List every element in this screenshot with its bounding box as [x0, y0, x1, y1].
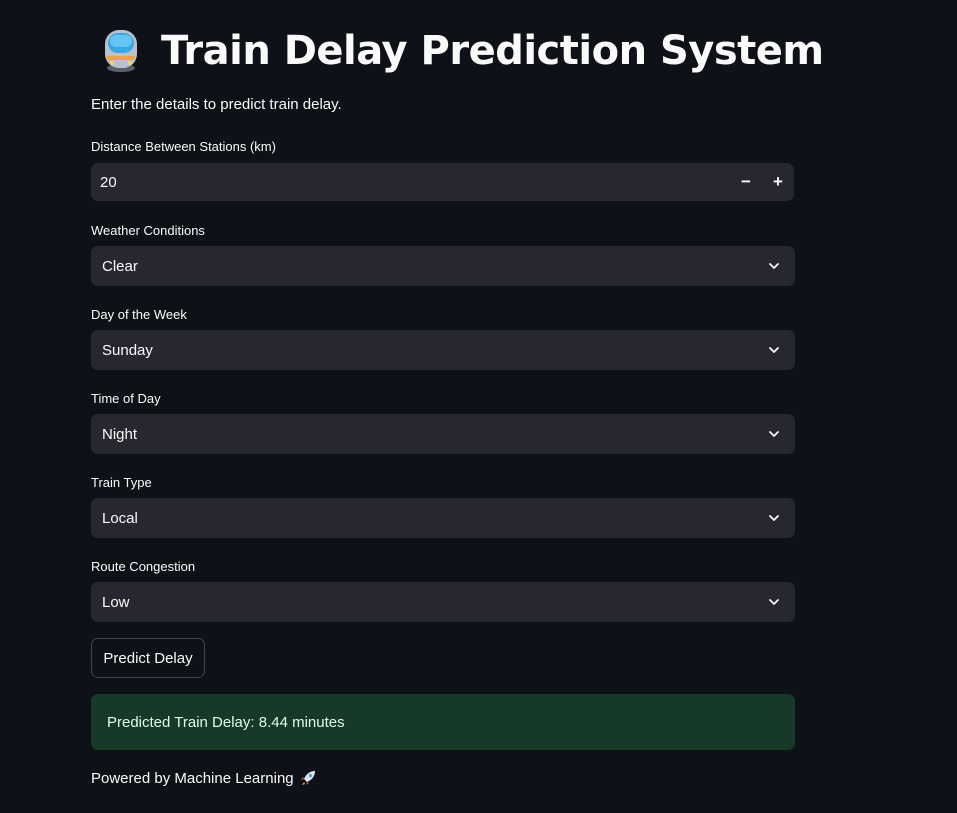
- prediction-result-text: Predicted Train Delay: 8.44 minutes: [107, 713, 345, 731]
- time-selected-value: Night: [102, 425, 138, 443]
- day-selected-value: Sunday: [102, 341, 153, 359]
- decrement-button[interactable]: −: [730, 163, 762, 201]
- train-type-label: Train Type: [91, 475, 152, 490]
- distance-number-input: 20 − +: [91, 163, 794, 201]
- weather-label: Weather Conditions: [91, 223, 205, 238]
- page-title: Train Delay Prediction System: [161, 28, 824, 74]
- day-label: Day of the Week: [91, 307, 187, 322]
- congestion-selected-value: Low: [102, 593, 130, 611]
- time-select[interactable]: Night: [91, 414, 795, 454]
- chevron-down-icon: [769, 347, 779, 353]
- chevron-down-icon: [769, 263, 779, 269]
- weather-selected-value: Clear: [102, 257, 138, 275]
- chevron-down-icon: [769, 515, 779, 521]
- chevron-down-icon: [769, 599, 779, 605]
- increment-button[interactable]: +: [762, 163, 794, 201]
- distance-label: Distance Between Stations (km): [91, 139, 276, 154]
- footer: Powered by Machine Learning: [91, 769, 317, 787]
- rocket-icon: [300, 771, 315, 785]
- distance-input-field[interactable]: 20: [91, 174, 730, 191]
- train-type-select[interactable]: Local: [91, 498, 795, 538]
- footer-text: Powered by Machine Learning: [91, 769, 294, 787]
- day-select[interactable]: Sunday: [91, 330, 795, 370]
- page-header: Train Delay Prediction System: [101, 26, 824, 76]
- train-icon: [105, 30, 137, 72]
- congestion-label: Route Congestion: [91, 559, 196, 574]
- time-label: Time of Day: [91, 391, 161, 406]
- intro-text: Enter the details to predict train delay…: [91, 96, 342, 113]
- chevron-down-icon: [769, 431, 779, 437]
- prediction-result-alert: Predicted Train Delay: 8.44 minutes: [91, 694, 795, 750]
- weather-select[interactable]: Clear: [91, 246, 795, 286]
- train-type-selected-value: Local: [102, 509, 138, 527]
- congestion-select[interactable]: Low: [91, 582, 795, 622]
- predict-delay-button[interactable]: Predict Delay: [91, 638, 205, 678]
